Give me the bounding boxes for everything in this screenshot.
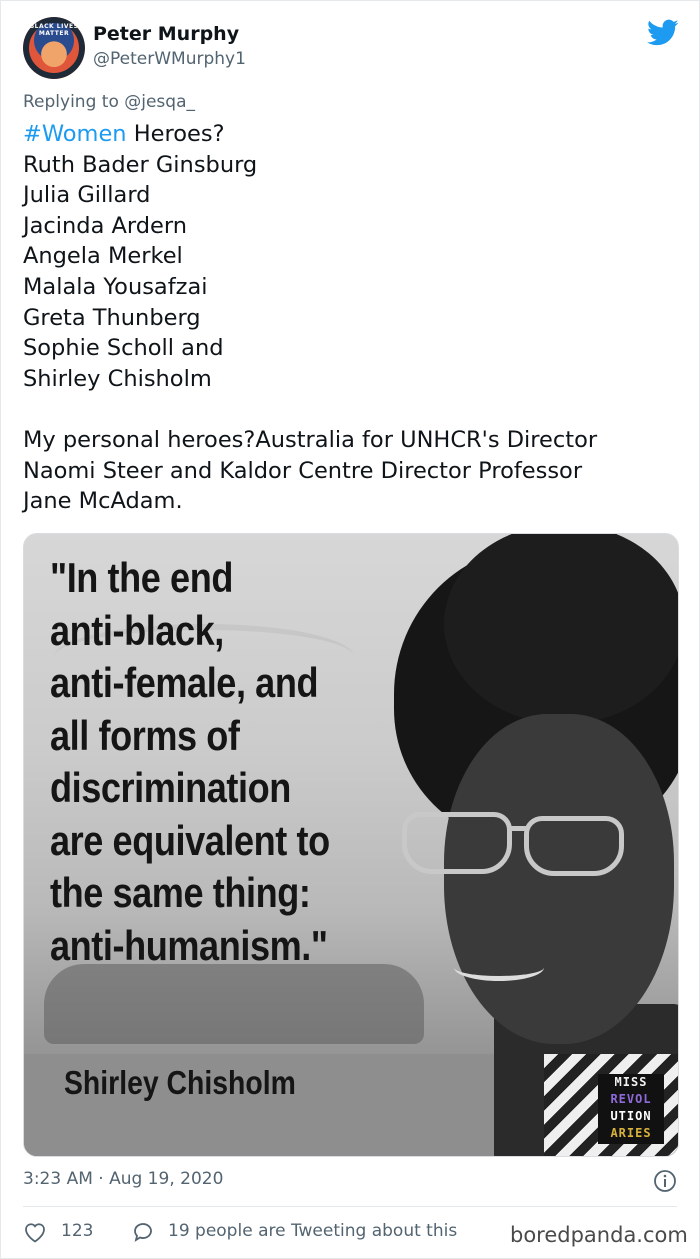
replying-mention[interactable]: @jesqa_ (124, 92, 195, 112)
footer-divider (23, 1206, 677, 1207)
quote-line: are equivalent to (50, 816, 330, 864)
hero-line: Jacinda Ardern (23, 212, 188, 239)
tweet-heading: #Women Heroes? (23, 119, 673, 150)
replying-label: Replying to (23, 92, 119, 112)
hero-line: Shirley Chisholm (23, 365, 212, 392)
avatar-text: BLACK LIVES MATTER (29, 23, 79, 37)
reply-bubble-icon[interactable] (131, 1220, 155, 1244)
author-avatar[interactable]: BLACK LIVES MATTER (23, 17, 85, 79)
logo-line: REVOL (610, 1092, 652, 1106)
hero-line: Greta Thunberg (23, 304, 201, 331)
logo-line: MISS (614, 1075, 648, 1089)
hero-line: Julia Gillard (23, 182, 151, 209)
tweet-body: #Women Heroes? Ruth Bader Ginsburg Julia… (23, 119, 673, 517)
glasses-left-lens (402, 812, 512, 874)
replying-to: Replying to @jesqa_ (23, 92, 195, 112)
hero-line: Malala Yousafzai (23, 273, 208, 300)
info-icon[interactable] (653, 1169, 677, 1193)
background-car (44, 964, 424, 1044)
personal-heroes-line: Jane McAdam. (23, 488, 183, 515)
like-count[interactable]: 123 (61, 1221, 93, 1241)
portrait-smile (454, 954, 544, 981)
quote-line: "In the end (50, 554, 233, 601)
heart-icon[interactable] (23, 1221, 47, 1243)
quote-line: discrimination (50, 764, 291, 811)
hero-line: Angela Merkel (23, 243, 183, 270)
quote-line: anti-black, (50, 606, 224, 654)
quote-line: anti-female, and (50, 659, 319, 706)
twitter-bird-icon[interactable] (647, 19, 679, 47)
miss-revolutionaries-logo: MISS REVOL UTION ARIES (598, 1074, 664, 1144)
logo-line: ARIES (610, 1126, 652, 1140)
tweet-timestamp[interactable]: 3:23 AM · Aug 19, 2020 (23, 1169, 223, 1189)
quote-text: "In the end anti-black, anti-female, and… (50, 552, 360, 972)
glasses-bridge (510, 826, 526, 831)
logo-line: UTION (610, 1109, 652, 1123)
tweeting-about-link[interactable]: 19 people are Tweeting about this (168, 1221, 457, 1241)
portrait-hair-top (444, 534, 678, 724)
tweet-card: BLACK LIVES MATTER Peter Murphy @PeterWM… (0, 0, 700, 1259)
portrait-face (444, 714, 674, 1044)
author-handle[interactable]: @PeterWMurphy1 (93, 49, 246, 69)
quote-author: Shirley Chisholm (64, 1064, 296, 1101)
heading-text: Heroes? (126, 121, 225, 147)
hero-line: Sophie Scholl and (23, 335, 224, 362)
hero-line: Ruth Bader Ginsburg (23, 151, 258, 178)
quote-line: anti-humanism." (50, 921, 328, 969)
quote-line: all forms of (50, 711, 240, 759)
hashtag-link[interactable]: #Women (23, 121, 127, 147)
personal-heroes-line: Naomi Steer and Kaldor Centre Director P… (23, 457, 583, 484)
quote-line: the same thing: (50, 869, 311, 916)
site-watermark: boredpanda.com (506, 1223, 688, 1247)
personal-heroes-line: My personal heroes?Australia for UNHCR's… (23, 426, 598, 453)
author-name[interactable]: Peter Murphy (93, 23, 239, 45)
tweet-image[interactable]: "In the end anti-black, anti-female, and… (23, 533, 679, 1157)
glasses-right-lens (524, 816, 624, 876)
